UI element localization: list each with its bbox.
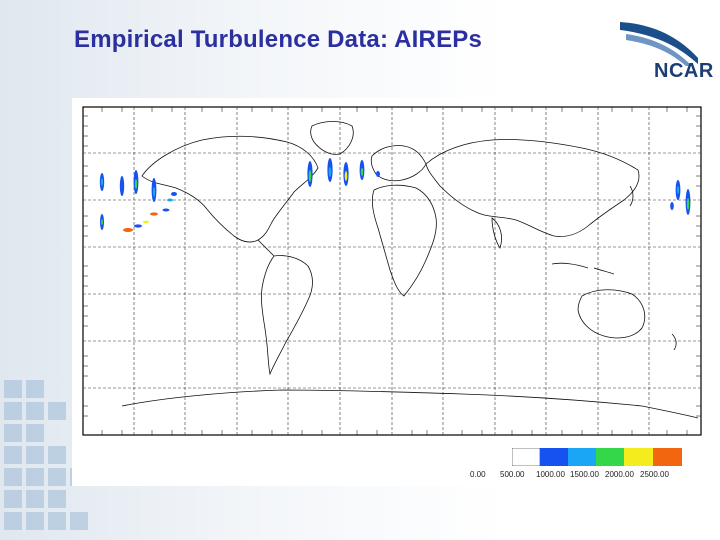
- colorbar-labels: 0.00 500.00 1000.00 1500.00 2000.00 2500…: [470, 470, 700, 482]
- colorbar-label: 2000.00: [605, 470, 634, 479]
- turbulence-blob-pacific-3-core: [134, 179, 138, 189]
- colorbar-swatch-1: [540, 448, 568, 466]
- turbulence-blob-pacific-8: [150, 212, 158, 216]
- turbulence-blob-westpacific-1-core: [676, 186, 680, 194]
- turbulence-blob-westpacific-2-core: [686, 198, 690, 210]
- colorbar-swatch-0: [512, 448, 541, 466]
- colorbar-swatch-3: [596, 448, 624, 466]
- colorbar-label: 2500.00: [640, 470, 669, 479]
- slide-title: Empirical Turbulence Data: AIREPs: [74, 26, 483, 53]
- turbulence-blob-pacific-6: [123, 228, 133, 232]
- turbulence-blob-pacific-1-core: [100, 178, 104, 186]
- turbulence-blob-pacific-7: [134, 224, 142, 228]
- world-map-turbulence-plot: [82, 106, 702, 436]
- turbulence-blob-pacific-4-core: [152, 187, 156, 197]
- colorbar: [512, 448, 682, 466]
- turbulence-blob-atlantic-2-core: [328, 167, 332, 177]
- colorbar-label: 1500.00: [570, 470, 599, 479]
- turbulence-blob-pacific-9: [162, 208, 170, 212]
- colorbar-swatch-5: [653, 448, 682, 466]
- colorbar-swatch-4: [624, 448, 653, 466]
- turbulence-blob-atlantic-5: [376, 171, 380, 177]
- colorbar-label: 0.00: [470, 470, 486, 479]
- turbulence-blob-pacific-11: [171, 192, 177, 196]
- turbulence-blob-atlantic-3-core: [344, 171, 348, 181]
- colorbar-label: 1000.00: [536, 470, 565, 479]
- colorbar-label: 500.00: [500, 470, 525, 479]
- figure-panel: 0.00 500.00 1000.00 1500.00 2000.00 2500…: [72, 98, 706, 486]
- turbulence-blob-westpacific-3: [670, 202, 674, 210]
- colorbar-swatch-2: [568, 448, 596, 466]
- turbulence-blob-pacific-10: [167, 198, 173, 202]
- turbulence-blob-pacific-2: [119, 176, 125, 196]
- turbulence-blob-atlantic-4-core: [360, 168, 364, 176]
- turbulence-blob-pacific-5-core: [101, 219, 103, 225]
- turbulence-blob-atlantic-1-core: [308, 170, 312, 182]
- turbulence-blob-pacific-12: [143, 220, 149, 224]
- ncar-logo-text: NCAR: [654, 60, 714, 82]
